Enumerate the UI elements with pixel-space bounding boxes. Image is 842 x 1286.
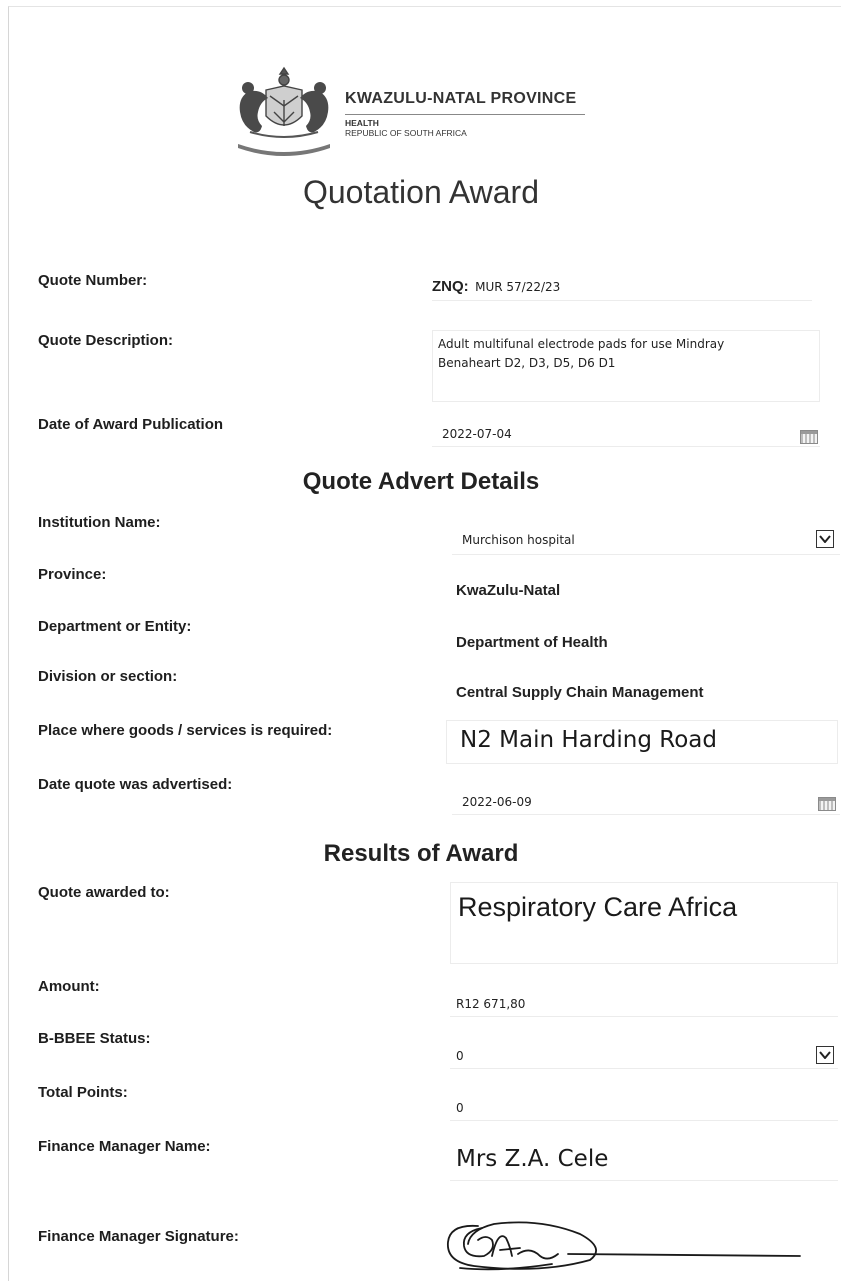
results-section-heading: Results of Award [323,840,519,867]
total-points-field[interactable] [450,1092,838,1121]
calendar-icon[interactable] [800,430,818,444]
institution-value: Murchison hospital [462,533,575,547]
country-name: REPUBLIC OF SOUTH AFRICA [345,128,467,138]
award-date-label: Date of Award Publication [38,416,224,433]
awarded-to-value: Respiratory Care Africa [458,892,738,922]
place-value: N2 Main Harding Road [460,727,717,753]
division-value: Central Supply Chain Management [456,684,704,701]
advertised-date-label: Date quote was advertised: [38,776,233,793]
finance-manager-signature-label: Finance Manager Signature: [38,1228,239,1245]
coat-of-arms-icon [238,66,330,156]
quote-description-line1: Adult multifunal electrode pads for use … [438,337,725,351]
quote-number-text: MUR 57/22/23 [475,280,561,294]
quote-description-line2: Benaheart D2, D3, D5, D6 D1 [438,356,616,370]
amount-label: Amount: [38,978,100,995]
province-label: Province: [38,566,107,583]
finance-manager-name-label: Finance Manager Name: [38,1138,211,1155]
dropdown-arrow-icon[interactable] [816,530,834,548]
amount-value: R12 671,80 [456,997,526,1011]
signature-image [447,1221,801,1271]
page-title: Quotation Award [302,174,539,210]
total-points-value: 0 [456,1101,464,1115]
division-label: Division or section: [38,668,178,685]
bbbee-label: B-BBEE Status: [38,1030,151,1047]
quote-number-label: Quote Number: [38,272,148,289]
total-points-label: Total Points: [38,1084,128,1101]
bbbee-select[interactable] [450,1040,838,1069]
dropdown-arrow-icon[interactable] [816,1046,834,1064]
finance-manager-name-value: Mrs Z.A. Cele [456,1146,609,1172]
department-label: Department or Entity: [38,618,192,635]
department-value: Department of Health [456,634,608,651]
department-name: HEALTH [345,118,379,128]
calendar-icon[interactable] [818,797,836,811]
bbbee-value: 0 [456,1049,464,1063]
province-name: KWAZULU-NATAL PROVINCE [345,90,577,107]
province-value: KwaZulu-Natal [456,582,561,599]
advertised-date-value: 2022-06-09 [462,795,532,809]
quote-description-label: Quote Description: [38,332,174,349]
quote-number-prefix: ZNQ: [432,278,469,295]
quote-number-value: ZNQ: MUR 57/22/23 [432,278,560,296]
institution-label: Institution Name: [38,514,161,531]
advert-section-heading: Quote Advert Details [302,468,540,495]
awarded-to-label: Quote awarded to: [38,884,170,901]
award-date-value: 2022-07-04 [442,427,512,441]
header-rule [345,114,585,115]
place-label: Place where goods / services is required… [38,722,333,739]
